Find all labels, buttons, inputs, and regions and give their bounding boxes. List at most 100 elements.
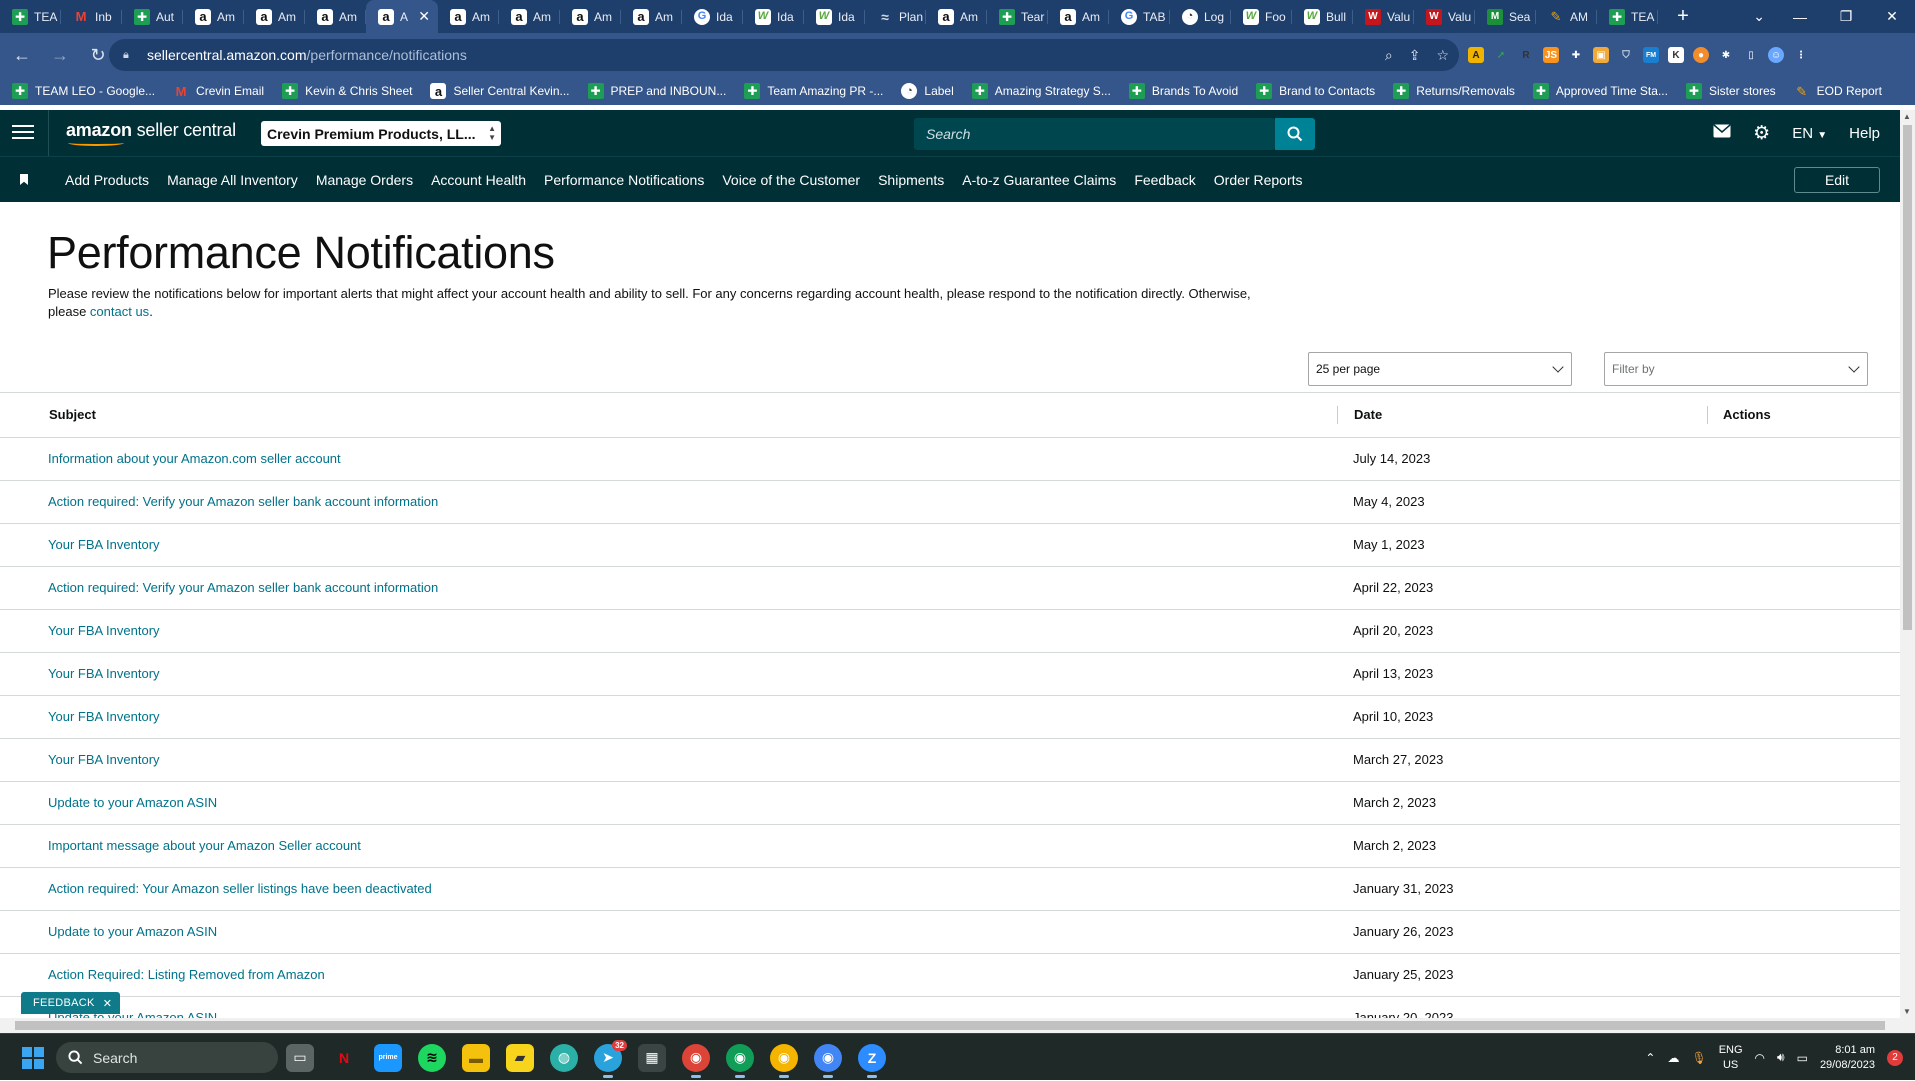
notification-subject-link[interactable]: Update to your Amazon ASIN: [48, 924, 217, 939]
nav-item[interactable]: Order Reports: [1214, 172, 1303, 188]
chrome-profile-3-icon[interactable]: ◉: [770, 1043, 798, 1078]
file-explorer-icon[interactable]: ▬: [462, 1043, 490, 1072]
scroll-down-icon[interactable]: ▼: [1903, 1007, 1911, 1016]
notification-subject-link[interactable]: Your FBA Inventory: [48, 537, 160, 552]
browser-tab[interactable]: Bull: [1292, 0, 1353, 33]
browser-tab[interactable]: Sea: [1475, 0, 1536, 33]
language-selector[interactable]: EN ▼: [1792, 125, 1827, 142]
browser-tab[interactable]: TEA: [0, 0, 61, 33]
notification-subject-link[interactable]: Your FBA Inventory: [48, 623, 160, 638]
side-panel-icon[interactable]: ▯: [1743, 47, 1759, 63]
microphone-icon[interactable]: 🎙︎: [1691, 1051, 1706, 1065]
bookmark-item[interactable]: Kevin & Chris Sheet: [282, 83, 412, 99]
filter-dropdown[interactable]: Filter by: [1604, 352, 1868, 386]
notification-subject-link[interactable]: Your FBA Inventory: [48, 752, 160, 767]
vertical-scrollbar[interactable]: ▲ ▼: [1900, 110, 1915, 1018]
input-language[interactable]: ENG US: [1719, 1043, 1743, 1073]
browser-tab[interactable]: Plan: [865, 0, 926, 33]
notification-subject-link[interactable]: Action required: Your Amazon seller list…: [48, 881, 432, 896]
volume-icon[interactable]: 🔊︎: [1777, 1050, 1785, 1065]
bookmark-item[interactable]: PREP and INBOUN...: [587, 83, 726, 99]
bookmark-item[interactable]: Sister stores: [1685, 83, 1776, 99]
share-icon[interactable]: ⇪: [1409, 47, 1421, 64]
nav-item[interactable]: Voice of the Customer: [722, 172, 860, 188]
amazon-seller-central-logo[interactable]: amazon seller central: [66, 120, 236, 146]
sticky-notes-icon[interactable]: ▰: [506, 1043, 534, 1072]
back-button[interactable]: ←: [6, 39, 38, 71]
browser-tab[interactable]: Valu: [1414, 0, 1475, 33]
taskbar-search[interactable]: Search: [56, 1042, 278, 1073]
browser-tab[interactable]: Am: [305, 0, 366, 33]
browser-menu-icon[interactable]: ⋮: [1793, 47, 1809, 63]
edit-nav-button[interactable]: Edit: [1794, 167, 1880, 193]
browser-tab[interactable]: Tear: [987, 0, 1048, 33]
close-icon[interactable]: ✕: [103, 997, 113, 1010]
zoom-app-icon[interactable]: Z: [858, 1043, 886, 1078]
battery-icon[interactable]: ▭: [1797, 1051, 1808, 1065]
extensions-puzzle-icon[interactable]: ✱: [1718, 47, 1734, 63]
notification-subject-link[interactable]: Action required: Verify your Amazon sell…: [48, 580, 438, 595]
close-tab-icon[interactable]: ✕: [418, 8, 430, 25]
extension-plus-icon[interactable]: ✚: [1568, 47, 1584, 63]
maps-globe-icon[interactable]: ◍: [550, 1043, 578, 1072]
close-window-button[interactable]: ✕: [1869, 8, 1915, 25]
bookmark-item[interactable]: Approved Time Sta...: [1532, 83, 1668, 99]
nav-item[interactable]: Manage All Inventory: [167, 172, 298, 188]
browser-tab[interactable]: Foo: [1231, 0, 1292, 33]
bookmark-item[interactable]: TEAM LEO - Google...: [12, 83, 155, 99]
browser-tab[interactable]: Ida: [743, 0, 804, 33]
browser-tab[interactable]: Am: [438, 0, 499, 33]
nav-item[interactable]: Shipments: [878, 172, 944, 188]
extension-shield-icon[interactable]: ⛉: [1618, 47, 1634, 63]
notification-subject-link[interactable]: Important message about your Amazon Sell…: [48, 838, 361, 853]
notification-subject-link[interactable]: Update to your Amazon ASIN: [48, 795, 217, 810]
browser-tab[interactable]: Am: [560, 0, 621, 33]
mail-icon[interactable]: [1713, 124, 1731, 142]
browser-tab[interactable]: Inb: [61, 0, 122, 33]
extension-fm-icon[interactable]: FM: [1643, 47, 1659, 63]
restore-button[interactable]: ❐: [1823, 8, 1869, 25]
bookmark-item[interactable]: EOD Report: [1794, 83, 1882, 99]
address-bar[interactable]: 🔒︎ sellercentral.amazon.com/performance/…: [109, 39, 1459, 71]
browser-tab[interactable]: TEA: [1597, 0, 1658, 33]
new-tab-button[interactable]: +: [1668, 5, 1698, 28]
onedrive-icon[interactable]: ☁: [1667, 1051, 1679, 1065]
nav-item[interactable]: Manage Orders: [316, 172, 413, 188]
browser-tab[interactable]: Log: [1170, 0, 1231, 33]
browser-tab[interactable]: Am: [1048, 0, 1109, 33]
notification-subject-link[interactable]: Action Required: Listing Removed from Am…: [48, 967, 325, 982]
start-button[interactable]: [22, 1047, 44, 1069]
tray-overflow-icon[interactable]: ⌃: [1645, 1051, 1655, 1065]
spotify-icon[interactable]: ≋: [418, 1043, 446, 1072]
browser-tab[interactable]: Ida: [804, 0, 865, 33]
telegram-icon[interactable]: ➤ 32: [594, 1039, 627, 1078]
extension-a-icon[interactable]: A: [1468, 47, 1484, 63]
subject-column-header[interactable]: Subject: [49, 407, 96, 422]
seller-search-input[interactable]: Search: [914, 118, 1275, 150]
scrollbar-thumb[interactable]: [15, 1021, 1885, 1030]
bookmark-item[interactable]: Seller Central Kevin...: [430, 83, 570, 99]
feedback-tab[interactable]: FEEDBACK ✕: [21, 992, 121, 1014]
notification-badge[interactable]: 2: [1887, 1049, 1903, 1066]
settings-gear-icon[interactable]: ⚙: [1753, 122, 1770, 145]
scrollbar-thumb[interactable]: [1903, 125, 1912, 630]
store-selector[interactable]: Crevin Premium Products, LL... ▲ ▼: [261, 121, 501, 146]
notification-subject-link[interactable]: Your FBA Inventory: [48, 709, 160, 724]
browser-tab[interactable]: Aut: [122, 0, 183, 33]
bookmark-item[interactable]: Brands To Avoid: [1128, 83, 1238, 99]
chrome-profile-4-icon[interactable]: ◉: [814, 1043, 842, 1078]
bookmark-star-icon[interactable]: ☆: [1436, 47, 1449, 64]
browser-tab[interactable]: Am: [926, 0, 987, 33]
extension-js-icon[interactable]: JS: [1543, 47, 1559, 63]
nav-item[interactable]: Performance Notifications: [544, 172, 704, 188]
notification-subject-link[interactable]: Action required: Verify your Amazon sell…: [48, 494, 438, 509]
bookmark-item[interactable]: Returns/Removals: [1393, 83, 1515, 99]
bookmark-icon[interactable]: [20, 174, 28, 185]
browser-tab[interactable]: Am: [244, 0, 305, 33]
nav-item[interactable]: A-to-z Guarantee Claims: [962, 172, 1116, 188]
per-page-dropdown[interactable]: 25 per page: [1308, 352, 1572, 386]
browser-tab[interactable]: Am: [499, 0, 560, 33]
browser-tab[interactable]: Valu: [1353, 0, 1414, 33]
bookmark-item[interactable]: Label: [901, 83, 954, 99]
extension-circle-icon[interactable]: ●: [1693, 47, 1709, 63]
